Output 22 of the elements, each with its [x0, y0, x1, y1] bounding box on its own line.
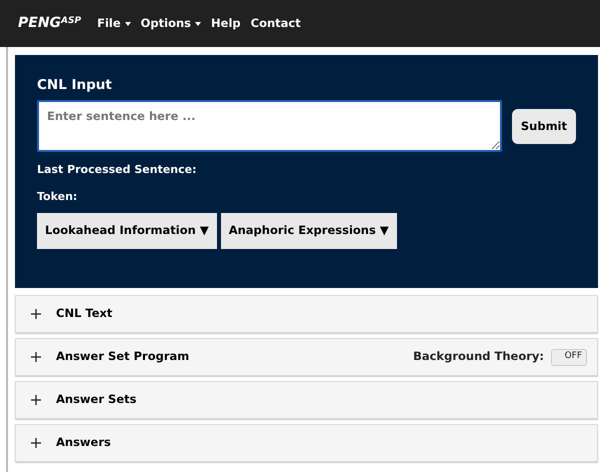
- menu-item[interactable]: Options: [140, 14, 202, 32]
- accordion-header[interactable]: Answer Set Program Background Theory: OFF: [15, 338, 598, 376]
- menu-item[interactable]: Contact: [250, 14, 301, 32]
- accordion-header[interactable]: Answers: [15, 424, 598, 462]
- sentence-field[interactable]: Enter sentence here ...: [37, 100, 502, 152]
- brand-logo[interactable]: PENG$^{ASP}$: [18, 13, 82, 34]
- panel-title: CNL Input: [37, 76, 113, 95]
- section-title[interactable]: Answer Set Program: [56, 348, 190, 366]
- toggle-switch[interactable]: OFF: [551, 348, 587, 366]
- menu-item[interactable]: File: [97, 14, 131, 32]
- last-processed-label: Last Processed Sentence:: [37, 162, 198, 178]
- accordion-header[interactable]: CNL Text: [15, 295, 598, 333]
- section-title[interactable]: CNL Text: [56, 305, 112, 323]
- section-title[interactable]: Answers: [56, 434, 111, 452]
- submit-button[interactable]: Submit: [512, 108, 576, 144]
- token-label: Token:: [37, 188, 78, 205]
- accordion-header[interactable]: Answer Sets: [15, 381, 598, 419]
- toggle-label: Background Theory:: [413, 348, 544, 366]
- dropdown-button[interactable]: Anaphoric Expressions ▼: [220, 213, 397, 248]
- section-title[interactable]: Answer Sets: [56, 391, 136, 409]
- menu-item[interactable]: Help: [211, 14, 241, 32]
- dropdown-button[interactable]: Lookahead Information ▼: [37, 213, 217, 248]
